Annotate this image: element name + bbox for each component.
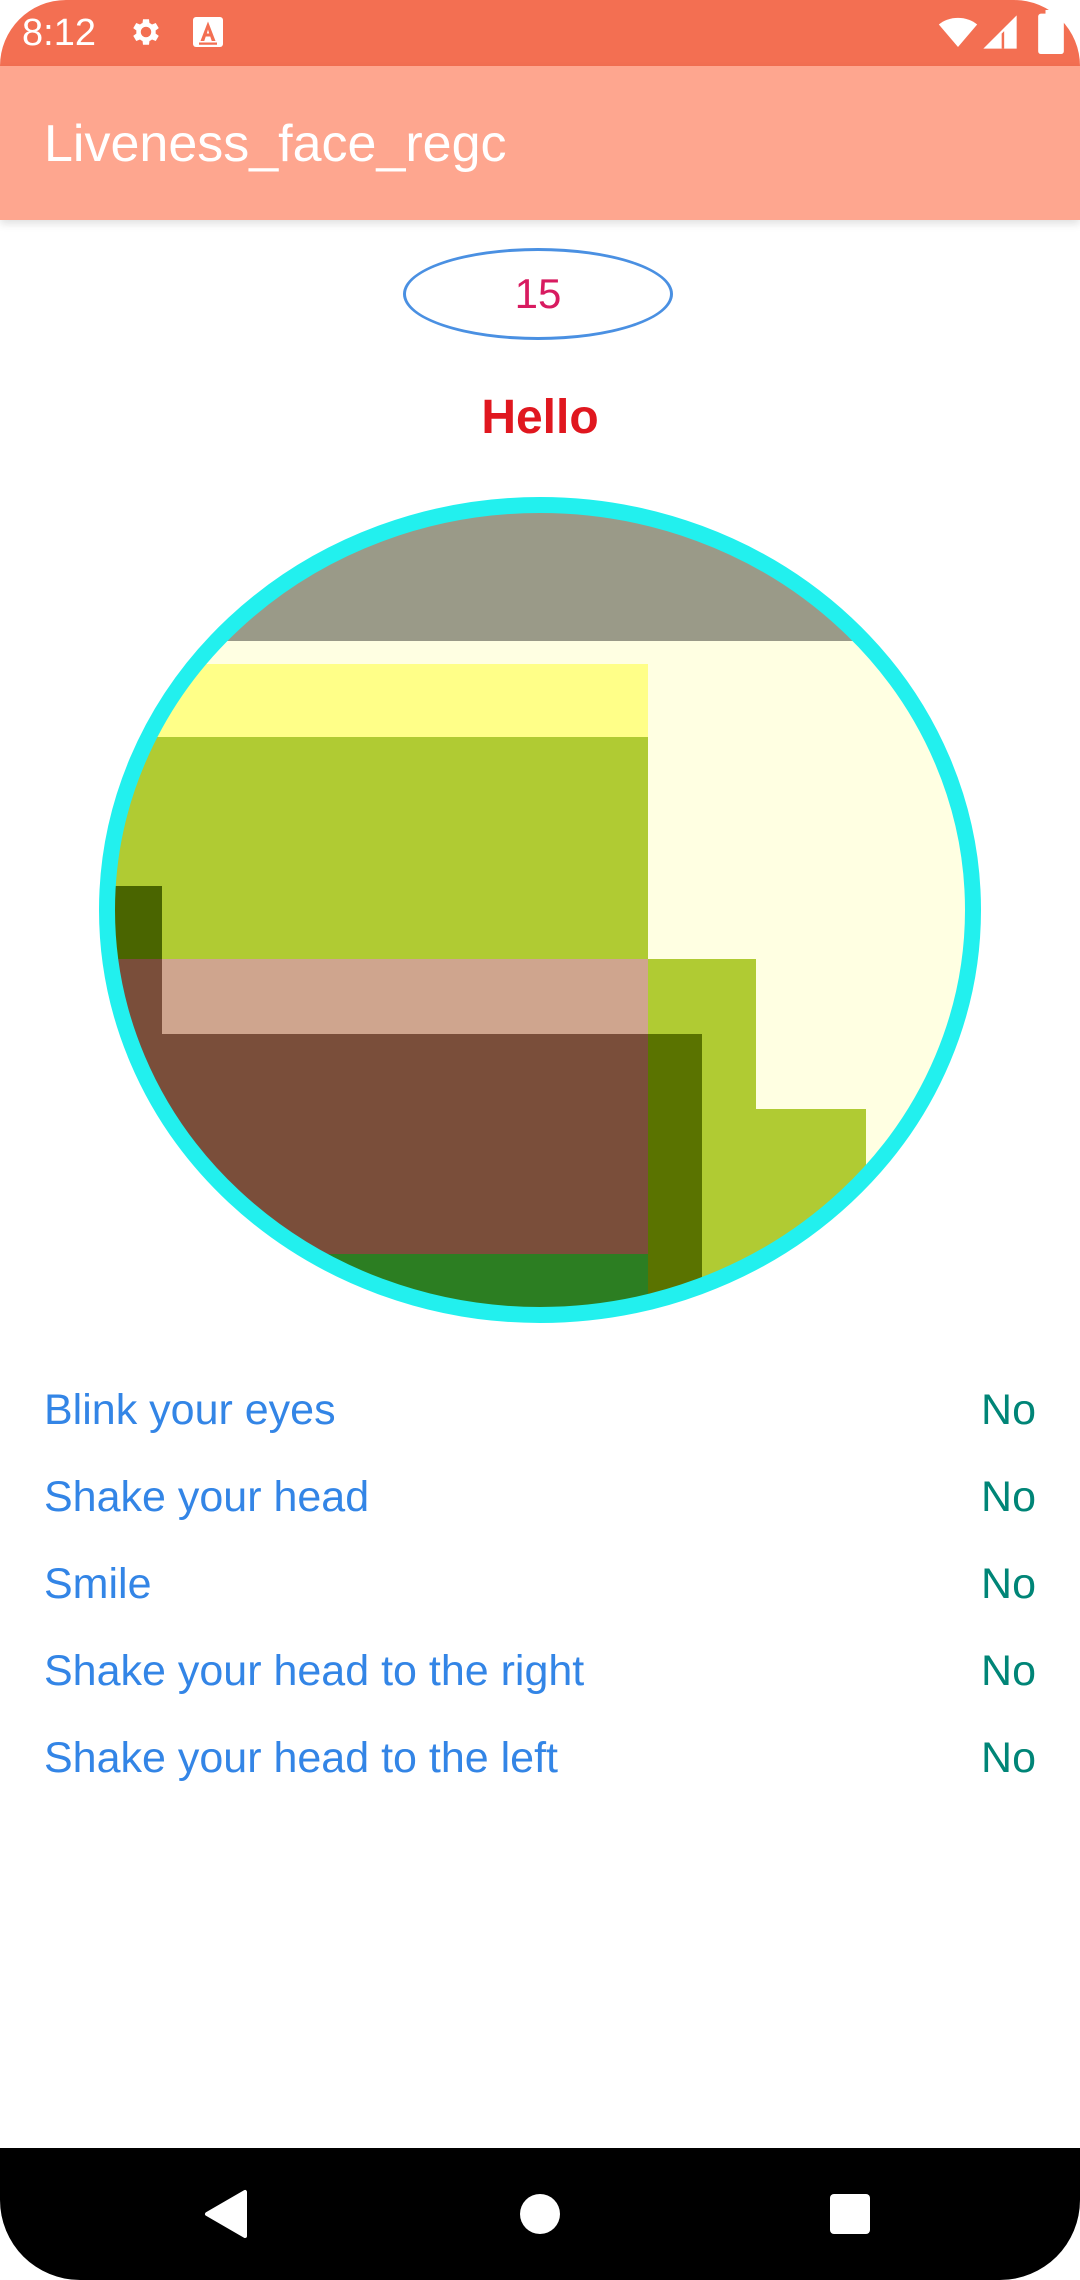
keyboard-a-icon xyxy=(193,17,223,47)
recents-button[interactable] xyxy=(810,2174,890,2254)
countdown-counter: 15 xyxy=(403,248,673,340)
instruction-label: Shake your head xyxy=(44,1473,370,1521)
instruction-status: No xyxy=(981,1473,1036,1521)
greeting-text: Hello xyxy=(481,391,599,444)
back-button[interactable] xyxy=(185,2174,265,2254)
instruction-row-smile: Smile No xyxy=(0,1550,1080,1637)
instruction-status: No xyxy=(981,1386,1036,1434)
battery-icon xyxy=(1038,10,1064,54)
home-button[interactable] xyxy=(500,2174,580,2254)
liveness-instruction-list: Blink your eyes No Shake your head No Sm… xyxy=(0,1376,1080,1811)
app-title: Liveness_face_regc xyxy=(44,115,507,173)
instruction-label: Shake your head to the left xyxy=(44,1734,558,1782)
camera-preview xyxy=(99,497,981,1323)
recents-icon xyxy=(830,2194,870,2234)
instruction-status: No xyxy=(981,1647,1036,1695)
instruction-row-head-left: Shake your head to the left No xyxy=(0,1724,1080,1811)
status-time: 8:12 xyxy=(22,12,96,54)
instruction-row-blink: Blink your eyes No xyxy=(0,1376,1080,1463)
app-bar: Liveness_face_regc xyxy=(0,66,1080,220)
instruction-label: Smile xyxy=(44,1560,152,1608)
status-bar: 8:12 xyxy=(0,0,1080,66)
instruction-status: No xyxy=(981,1734,1036,1782)
instruction-label: Blink your eyes xyxy=(44,1386,336,1434)
instruction-label: Shake your head to the right xyxy=(44,1647,585,1695)
wifi-icon xyxy=(938,17,978,47)
signal-icon xyxy=(983,15,1017,49)
back-icon xyxy=(205,2190,247,2238)
gear-icon xyxy=(133,19,159,45)
home-icon xyxy=(520,2194,560,2234)
navigation-bar xyxy=(0,2148,1080,2280)
instruction-status: No xyxy=(981,1560,1036,1608)
instruction-row-head-right: Shake your head to the right No xyxy=(0,1637,1080,1724)
instruction-row-shake-head: Shake your head No xyxy=(0,1463,1080,1550)
